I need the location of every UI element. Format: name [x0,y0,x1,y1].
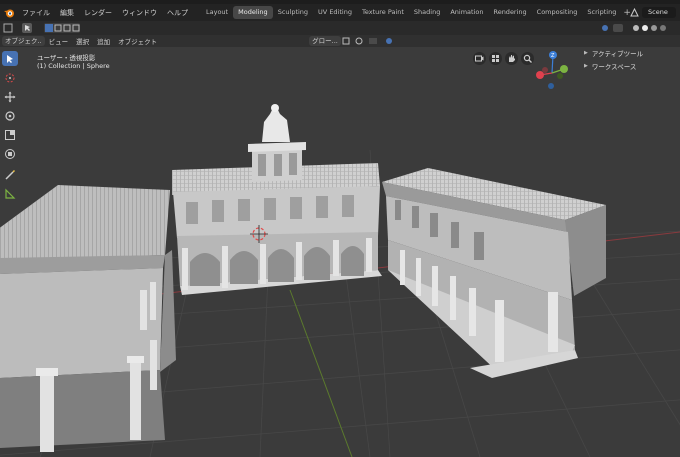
measure-icon [5,188,16,199]
menu-window[interactable]: ウィンドウ [117,8,162,18]
move-icon [4,91,16,102]
add-menu[interactable]: 追加 [93,36,114,46]
scene-name-field[interactable]: Scene [642,7,676,18]
active-tool-panel[interactable]: ▶ アクティブツール [584,48,643,58]
camera-view-button[interactable] [473,52,486,65]
workspace-tabs: Layout Modeling Sculpting UV Editing Tex… [201,4,631,21]
camera-icon [475,55,484,62]
transform-orientation-dropdown[interactable]: グロー... [309,36,341,46]
annotate-tool[interactable] [2,167,18,182]
menu-render[interactable]: レンダー [79,8,117,18]
y-axis-line [289,289,353,457]
center-building[interactable] [172,104,382,295]
view-menu[interactable]: ビュー [45,36,73,46]
measure-tool[interactable] [2,186,18,201]
tab-modeling[interactable]: Modeling [233,6,273,19]
3d-viewport[interactable]: Z [0,47,680,457]
scene-selector: Scene [630,7,676,18]
move-tool[interactable] [2,89,18,104]
tool-header [0,21,680,35]
workspace-panel[interactable]: ▶ ワークスペース [584,61,636,71]
rotate-tool[interactable] [2,108,18,123]
select-menu[interactable]: 選択 [72,36,93,46]
collapse-triangle-icon: ▶ [584,50,588,56]
transform-icon [5,148,15,159]
select-mode-icons[interactable] [3,23,80,33]
scale-tool[interactable] [2,127,18,142]
cursor-icon [5,73,15,82]
blender-logo-icon[interactable] [3,7,15,19]
tab-uv-editing[interactable]: UV Editing [313,6,357,19]
viewport-header: オブジェク.. ビュー 選択 追加 オブジェクト グロー... [0,35,680,47]
workspace-label: ワークスペース [591,63,637,71]
svg-text:Z: Z [551,53,555,59]
rotate-icon [5,110,15,121]
interaction-mode-dropdown[interactable]: オブジェク.. [2,36,45,46]
transform-tool[interactable] [2,146,18,161]
tab-texture-paint[interactable]: Texture Paint [357,6,409,19]
scene-icon[interactable] [630,8,639,17]
menu-file[interactable]: ファイル [17,8,55,18]
select-box-icon [7,54,13,63]
menu-bar: ファイル 編集 レンダー ウィンドウ ヘルプ Layout Modeling S… [0,4,680,21]
left-toolbar [2,51,20,205]
collapse-triangle-icon: ▶ [584,63,588,69]
viewport-shading-toggles[interactable] [602,24,666,32]
tab-compositing[interactable]: Compositing [532,6,583,19]
pan-view-button[interactable] [505,52,518,65]
tab-layout[interactable]: Layout [201,6,233,19]
scale-icon [5,129,15,140]
snap-proportional-icons[interactable] [341,36,401,46]
hand-pan-icon [509,55,515,62]
gizmo-x [536,71,544,79]
tab-sculpting[interactable]: Sculpting [273,6,313,19]
select-box-tool[interactable] [2,51,18,66]
active-tool-label: アクティブツール [591,50,644,58]
cursor-tool[interactable] [2,70,18,85]
tab-scripting[interactable]: Scripting [582,6,621,19]
grid-view-icon [492,55,499,62]
view-mode-label: ユーザー・透視投影 [37,54,96,62]
tab-animation[interactable]: Animation [445,6,488,19]
collection-info-label: (1) Collection | Sphere [37,62,110,70]
menu-help[interactable]: ヘルプ [162,8,193,18]
zoom-icon [523,54,532,63]
grid-view-button[interactable] [489,52,502,65]
left-building[interactable] [0,185,176,452]
zoom-view-button[interactable] [521,52,534,65]
menu-edit[interactable]: 編集 [55,8,79,18]
tab-rendering[interactable]: Rendering [488,6,531,19]
gizmo-y [560,65,568,73]
object-menu[interactable]: オブジェクト [114,36,161,46]
annotate-icon [5,169,16,180]
right-building[interactable] [382,168,606,378]
tab-shading[interactable]: Shading [409,6,445,19]
